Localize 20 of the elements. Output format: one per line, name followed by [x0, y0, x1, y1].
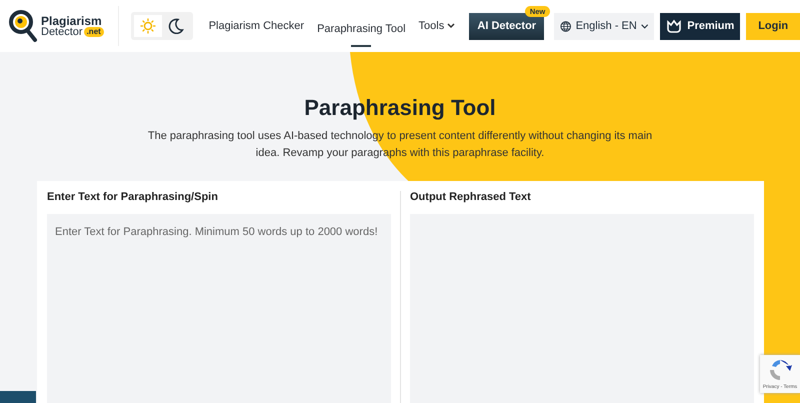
chevron-down-icon: [447, 23, 456, 29]
logo-title: Plagiarism: [41, 14, 103, 26]
crown-icon: [666, 19, 682, 33]
recaptcha-icon: [768, 358, 792, 382]
sun-icon: [140, 18, 156, 34]
language-dropdown[interactable]: English - EN: [554, 12, 654, 40]
logo-badge: .net: [84, 27, 104, 37]
ai-detector-button[interactable]: AI Detector: [469, 12, 544, 40]
moon-icon: [168, 18, 184, 34]
panel-title: Output Rephrased Text: [410, 191, 532, 203]
logo-subtitle: Detector: [41, 26, 83, 38]
chevron-down-icon: [640, 22, 648, 30]
chat-widget-tab[interactable]: [0, 391, 36, 403]
nav-link[interactable]: Tools: [418, 16, 456, 38]
premium-button[interactable]: Premium: [660, 12, 740, 40]
login-button[interactable]: Login: [746, 12, 800, 40]
logo-icon: [8, 9, 38, 43]
nav-link[interactable]: Plagiarism Checker: [208, 16, 304, 38]
input-text-field[interactable]: Enter Text for Paraphrasing. Minimum 50 words up to 2000 words!: [47, 214, 391, 403]
panel-title: Enter Text for Paraphrasing/Spin: [47, 191, 219, 203]
